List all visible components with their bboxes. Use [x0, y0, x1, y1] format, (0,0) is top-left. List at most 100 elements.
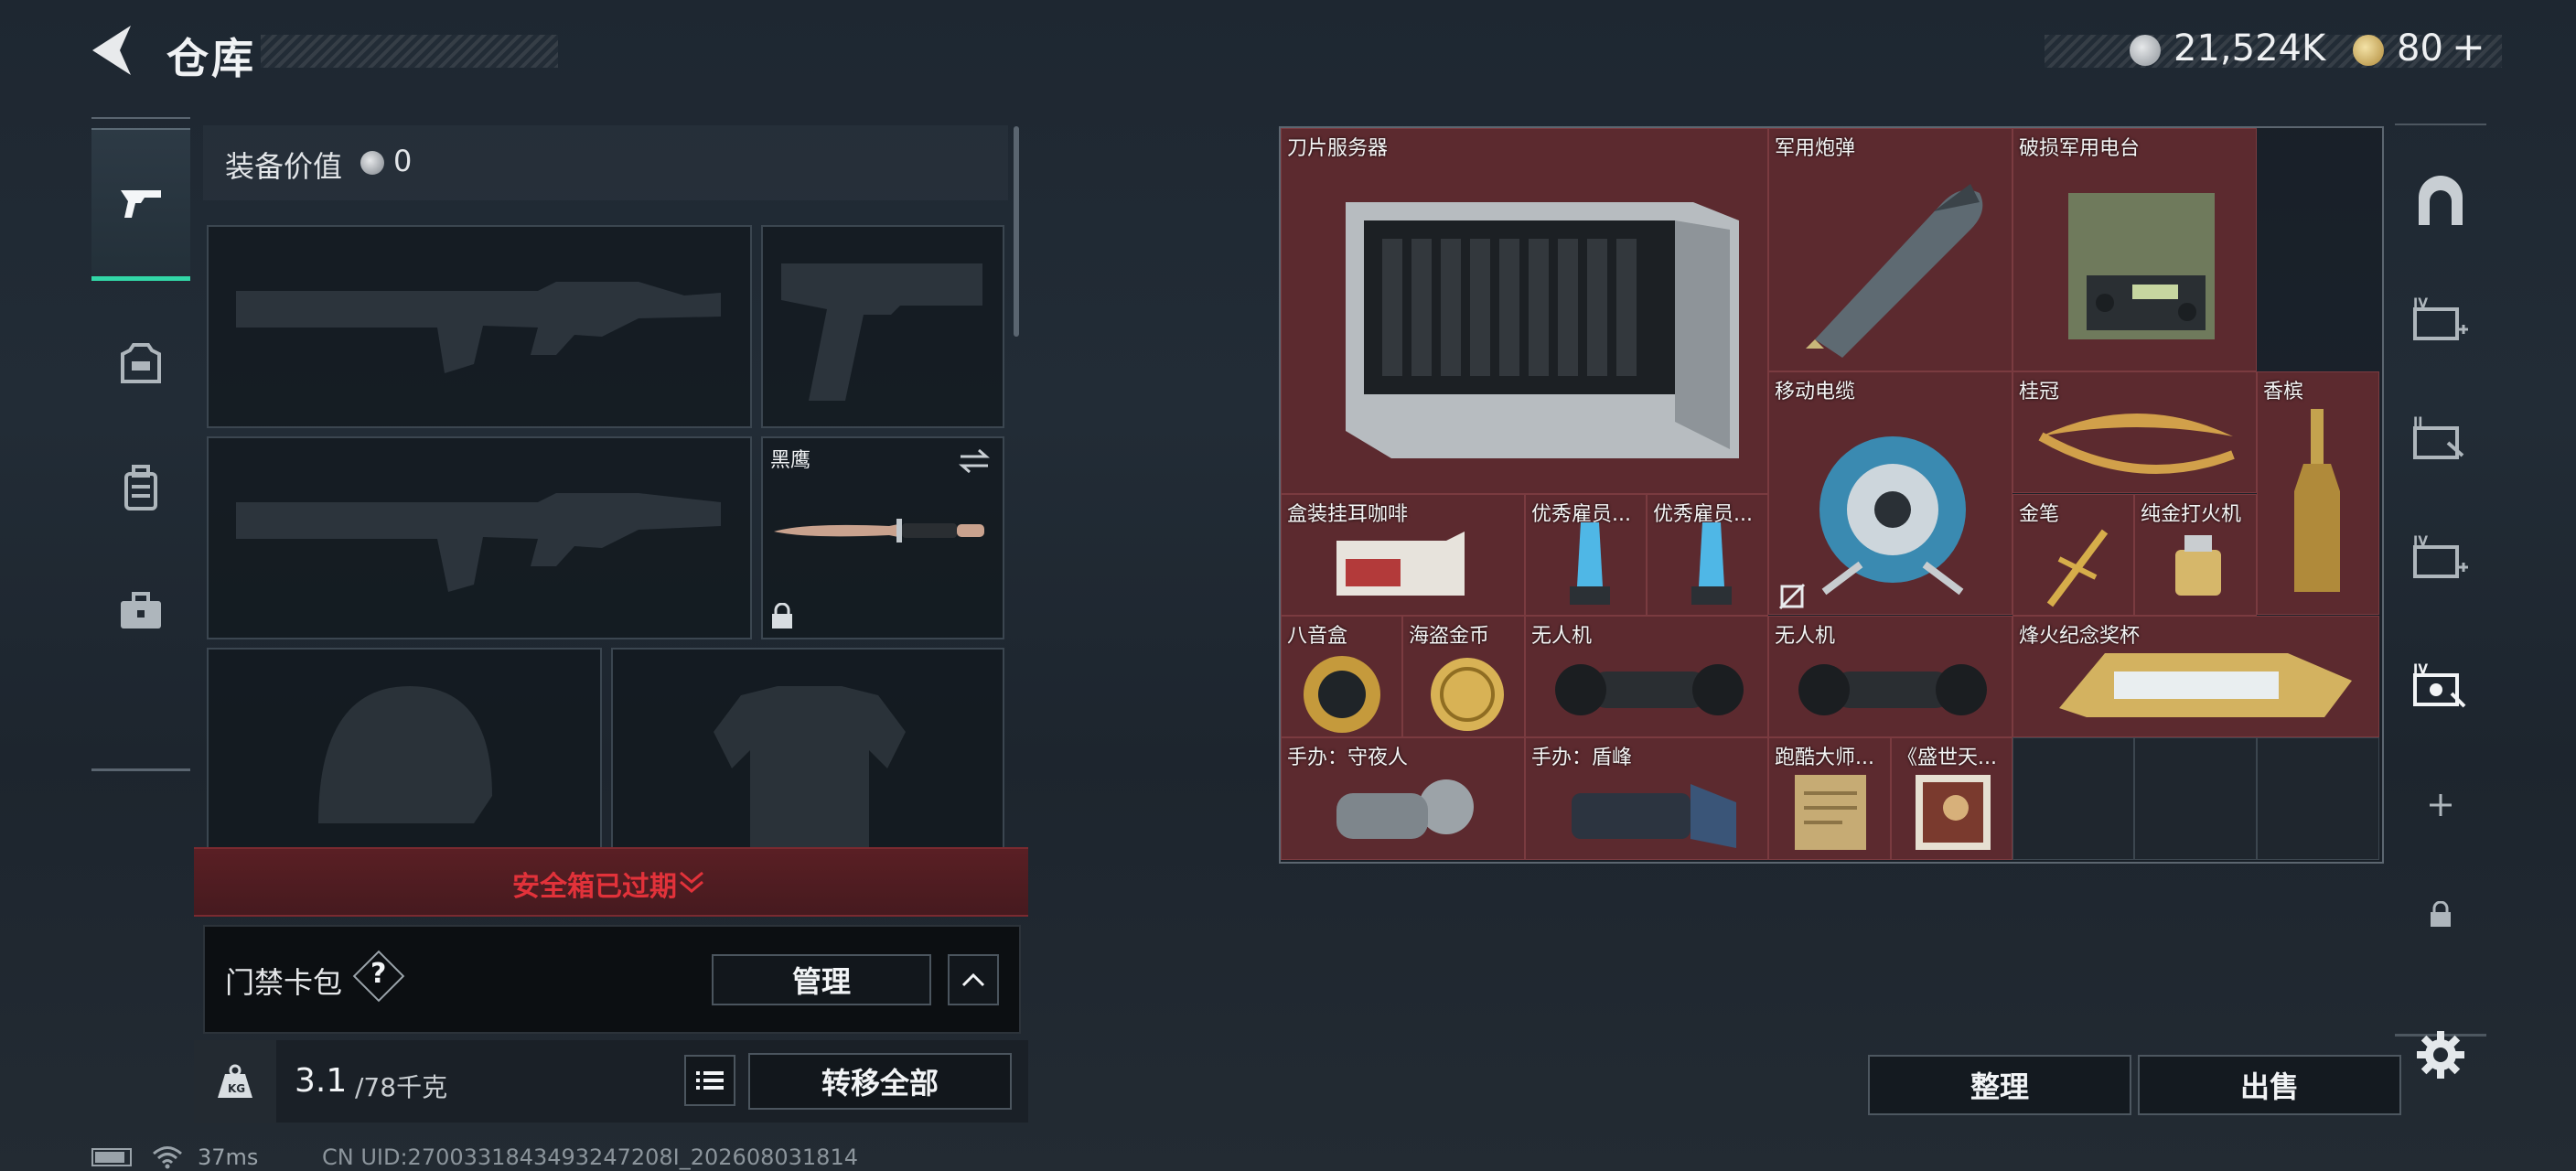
item-figure-shield[interactable]: 手办：盾峰: [1525, 737, 1768, 860]
transfer-all-button[interactable]: 转移全部: [748, 1053, 1012, 1110]
item-drone-2[interactable]: 无人机: [1768, 616, 2012, 737]
item-military-shell[interactable]: 军用炮弹: [1768, 128, 2012, 371]
inventory-grid: 刀片服务器 军用炮弹 破损军用电台 移动电缆 桂冠 香槟 盒装挂耳咖啡 优秀雇员…: [1279, 126, 2384, 864]
tab-weapons[interactable]: [91, 128, 190, 281]
item-laurel[interactable]: 桂冠: [2012, 371, 2257, 493]
gear-icon: [2417, 1031, 2464, 1079]
slot-helmet[interactable]: [207, 648, 602, 851]
safe-box-banner[interactable]: 安全箱已过期: [194, 847, 1028, 917]
svg-text:IV: IV: [2413, 662, 2428, 677]
drone-icon: [1555, 664, 1744, 715]
empty-cell[interactable]: [2134, 737, 2257, 860]
user-uid: CN UID:2700331843493247208I_202608031814: [322, 1144, 858, 1170]
storage-main-tab[interactable]: [2395, 160, 2486, 242]
shell-icon: [1806, 184, 1983, 358]
storage-tabs: IV II IV IV: [2395, 124, 2486, 1038]
no-transfer-icon: [1778, 583, 1806, 610]
item-label: 香槟: [2263, 381, 2304, 403]
pistol-icon: [121, 190, 161, 218]
knife-icon: [774, 519, 984, 543]
item-label: 军用炮弹: [1775, 137, 1856, 160]
token-amount: 80: [2397, 27, 2443, 70]
item-champagne[interactable]: 香槟: [2257, 371, 2379, 615]
lock-icon: [2431, 901, 2451, 927]
item-label: 刀片服务器: [1287, 137, 1389, 160]
slot-pistol[interactable]: [761, 225, 1004, 428]
lighter-icon: [2175, 535, 2221, 596]
swap-icon[interactable]: [957, 447, 992, 475]
item-blade-server[interactable]: 刀片服务器: [1281, 128, 1768, 494]
briefcase-icon: [121, 592, 161, 628]
item-gold-pen[interactable]: 金笔: [2012, 494, 2134, 616]
capacity-bar: KG 3.1 /78千克 转移全部: [194, 1040, 1028, 1123]
slot-melee[interactable]: 黑鹰: [761, 436, 1004, 639]
item-trophy-2[interactable]: 优秀雇员...: [1647, 494, 1768, 616]
plus-icon: [2430, 794, 2452, 816]
manage-button[interactable]: 管理: [712, 954, 931, 1005]
document-icon: [1795, 775, 1866, 850]
sell-button[interactable]: 出售: [2138, 1055, 2401, 1115]
list-view-button[interactable]: [684, 1055, 735, 1106]
armor-silhouette-icon: [714, 686, 906, 849]
cup-icon: [2059, 653, 2352, 717]
item-trophy-1[interactable]: 优秀雇员...: [1525, 494, 1647, 616]
pistol-silhouette-icon: [781, 263, 982, 401]
chevron-down-icon: [680, 871, 703, 893]
list-icon: [696, 1071, 724, 1090]
token-icon: [2353, 35, 2384, 66]
pen-icon: [2046, 529, 2109, 607]
help-mark: ?: [370, 958, 387, 990]
storage-tab-iv-2[interactable]: IV: [2395, 517, 2486, 599]
slot-primary-weapon[interactable]: [207, 225, 752, 428]
item-parkour-master[interactable]: 跑酷大师...: [1768, 737, 1891, 860]
svg-text:IV: IV: [2413, 534, 2428, 549]
expand-case-icon: IV: [2413, 534, 2468, 578]
item-painting[interactable]: 《盛世天...: [1891, 737, 2012, 860]
lock-storage-button[interactable]: [2395, 883, 2486, 947]
title-decoration: [261, 35, 558, 68]
safe-box-status: 安全箱已过期: [512, 871, 677, 903]
svg-text:KG: KG: [228, 1082, 245, 1095]
back-button[interactable]: [87, 20, 142, 81]
item-music-box[interactable]: 八音盒: [1281, 616, 1402, 737]
wifi-icon: [153, 1146, 182, 1169]
trophy-icon: [1570, 522, 1610, 605]
item-label: 移动电缆: [1775, 381, 1856, 403]
cable-reel-icon: [1819, 436, 1966, 596]
item-commemorative-cup[interactable]: 烽火纪念奖杯: [2012, 616, 2379, 737]
coin-icon: [1431, 658, 1504, 731]
item-label: 《盛世天...: [1897, 747, 1997, 769]
item-drone-1[interactable]: 无人机: [1525, 616, 1768, 737]
item-pirate-coin[interactable]: 海盗金币: [1402, 616, 1525, 737]
coin-icon: [360, 151, 384, 175]
weight-icon: KG: [194, 1040, 276, 1123]
svg-text:IV: IV: [2413, 296, 2428, 311]
item-lighter[interactable]: 纯金打火机: [2134, 494, 2257, 616]
slot-secondary-weapon[interactable]: [207, 436, 752, 639]
organize-button[interactable]: 整理: [1868, 1055, 2131, 1115]
storage-tab-iv-1[interactable]: IV: [2395, 279, 2486, 361]
add-storage-button[interactable]: [2395, 764, 2486, 846]
settings-button[interactable]: [2415, 1029, 2466, 1080]
add-token-button[interactable]: +: [2452, 24, 2485, 70]
back-arrow-icon: [92, 26, 131, 75]
keycard-pack-label: 门禁卡包: [225, 965, 343, 1000]
empty-cell[interactable]: [2257, 737, 2379, 860]
item-coffee[interactable]: 盒装挂耳咖啡: [1281, 494, 1525, 616]
storage-tab-ii[interactable]: II: [2395, 398, 2486, 480]
item-figure-nightwatch[interactable]: 手办：守夜人: [1281, 737, 1525, 860]
loadout-scrollbar[interactable]: [1014, 126, 1019, 337]
case-icon: II: [2413, 415, 2464, 459]
item-radio[interactable]: 破损军用电台: [2012, 128, 2257, 371]
helmet-silhouette-icon: [318, 686, 492, 823]
item-cable-reel[interactable]: 移动电缆: [1768, 371, 2012, 615]
ping: 37ms: [198, 1144, 259, 1170]
item-label: 纯金打火机: [2141, 503, 2242, 526]
tab-case[interactable]: [91, 533, 190, 689]
empty-cell[interactable]: [2012, 737, 2134, 860]
collapse-button[interactable]: [948, 954, 999, 1005]
slot-armor[interactable]: [611, 648, 1004, 851]
storage-tab-iv-3[interactable]: IV: [2395, 645, 2486, 727]
category-tabs: [91, 117, 190, 771]
keycard-pack: 门禁卡包 ? 管理: [203, 925, 1021, 1034]
